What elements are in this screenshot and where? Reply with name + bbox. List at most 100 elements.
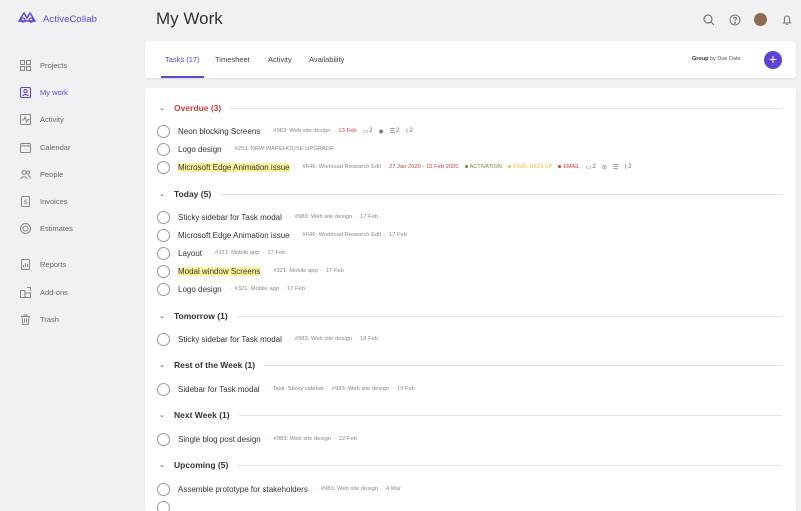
task-row[interactable]: Logo design · #253: NEW WAREHOUSE UPGRADE xyxy=(157,142,334,156)
task-ref: #253: NEW WAREHOUSE UPGRADE xyxy=(234,146,334,152)
task-name[interactable]: Layout xyxy=(178,249,202,258)
comment-icon: ▭ xyxy=(585,164,592,171)
sidebar-item-activity[interactable]: Activity xyxy=(20,106,140,133)
trash-icon xyxy=(20,314,31,325)
page-title: My Work xyxy=(156,9,223,28)
dollar-icon: $ xyxy=(20,196,31,208)
people-icon xyxy=(20,169,31,180)
sidebar-item-projects[interactable]: Projects xyxy=(20,52,140,79)
task-checkbox[interactable] xyxy=(157,264,170,278)
chevron-down-icon: ⌄ xyxy=(159,105,165,112)
help-icon[interactable] xyxy=(728,13,741,26)
task-checkbox[interactable] xyxy=(157,210,170,224)
label-email[interactable]: EMAIL xyxy=(558,164,580,170)
task-name[interactable]: Neon blocking Screens xyxy=(178,127,260,136)
task-due-date: 27 Jan 2020 - 15 Feb 2020 xyxy=(389,164,459,170)
sidebar-item-estimates[interactable]: Estimates xyxy=(20,215,140,242)
tab-activity[interactable]: Activity xyxy=(268,41,292,78)
avatar[interactable] xyxy=(754,13,767,26)
add-task-button[interactable]: + xyxy=(764,51,782,69)
task-meta: · #983: Web site design · 18 Feb xyxy=(289,336,379,342)
chevron-down-icon: ⌄ xyxy=(159,462,165,469)
tab-timesheet[interactable]: Timesheet xyxy=(215,41,250,78)
task-meta: · #983: Web site design · 17 Feb xyxy=(289,214,379,220)
sidebar-item-people[interactable]: People xyxy=(20,161,140,188)
tab-availability[interactable]: Availability xyxy=(309,41,344,78)
task-name[interactable]: Modal window Screens xyxy=(178,266,261,276)
label-activation[interactable]: ACTIVATION xyxy=(464,164,502,170)
task-row[interactable]: Assemble prototype for stakeholders · #98… xyxy=(157,482,401,496)
task-meta: · #983: Web site design · 4 Mar xyxy=(315,486,401,492)
task-checkbox[interactable] xyxy=(157,124,170,138)
task-meta: · #983: Web site design · 13 Feb xyxy=(268,128,357,134)
sidebar-item-label: Projects xyxy=(40,61,68,71)
group-header-tomorrow[interactable]: ⌄ Tomorrow (1) xyxy=(159,310,782,322)
group-header-upcoming[interactable]: ⌄ Upcoming (5) xyxy=(159,459,782,471)
sidebar-item-add-ons[interactable]: Add-ons xyxy=(20,279,140,306)
activity-icon xyxy=(20,114,31,126)
group-title: Today (5) xyxy=(174,189,212,199)
tab-bar: Tasks (17) Timesheet Activity Availabili… xyxy=(145,41,796,78)
task-name[interactable]: Sticky sidebar for Task modal xyxy=(178,213,282,222)
task-name[interactable]: Logo design xyxy=(178,285,222,294)
parent-task[interactable]: Task: Sticky sidebar xyxy=(273,386,324,392)
tab-tasks[interactable]: Tasks (17) xyxy=(161,41,204,78)
task-checkbox[interactable] xyxy=(157,382,170,396)
task-row[interactable] xyxy=(157,500,178,511)
task-checkbox[interactable] xyxy=(157,332,170,346)
task-checkbox[interactable] xyxy=(157,246,170,260)
sidebar-item-label: Calendar xyxy=(40,142,71,152)
task-name[interactable]: Sidebar for Task modal xyxy=(178,385,260,394)
task-name[interactable]: Microsoft Edge Animation issue xyxy=(178,231,290,240)
task-row[interactable]: Microsoft Edge Animation issue · #646: Wo… xyxy=(157,228,407,242)
bell-icon[interactable] xyxy=(780,13,793,26)
task-row[interactable]: Microsoft Edge Animation issue · #646: Wo… xyxy=(157,160,632,174)
sidebar-item-invoices[interactable]: $ Invoices xyxy=(20,188,140,215)
task-name[interactable]: Single blog post design xyxy=(178,435,261,444)
group-by-value: by Due Date xyxy=(710,56,741,62)
sidebar-item-trash[interactable]: Trash xyxy=(20,306,140,333)
task-checkbox[interactable] xyxy=(157,142,170,156)
sidebar-item-label: Invoices xyxy=(40,197,68,207)
task-meta: · #646: Workload Research Edit · 17 Feb xyxy=(297,232,408,238)
task-checkbox[interactable] xyxy=(157,500,170,511)
task-row[interactable]: Modal window Screens · #321: Mobile app · 1… xyxy=(157,264,344,278)
divider xyxy=(230,107,782,109)
task-name[interactable]: Assemble prototype for stakeholders xyxy=(178,485,308,494)
group-by-prefix: Group xyxy=(692,56,709,62)
task-row[interactable]: Sticky sidebar for Task modal · #983: Web… xyxy=(157,332,378,346)
group-header-rest-of-week[interactable]: ⌄ Rest of the Week (1) xyxy=(159,359,782,371)
task-name[interactable]: Microsoft Edge Animation issue xyxy=(178,162,290,172)
task-checkbox[interactable] xyxy=(157,228,170,242)
group-header-overdue[interactable]: ⌄ Overdue (3) xyxy=(159,102,782,114)
task-list: ⌄ Overdue (3) Neon blocking Screens · #98… xyxy=(145,88,796,511)
sidebar-item-calendar[interactable]: Calendar xyxy=(20,134,140,161)
task-row[interactable]: Sidebar for Task modal · Task: Sticky sid… xyxy=(157,382,415,396)
group-by-selector[interactable]: Group by Due Date xyxy=(692,41,741,78)
paperclip-icon: ⌇ xyxy=(624,164,628,171)
task-row[interactable]: Logo design · #321: Mobile app · 17 Feb xyxy=(157,282,305,296)
search-icon[interactable] xyxy=(702,13,715,26)
task-row[interactable]: Single blog post design · #983: Web site … xyxy=(157,432,357,446)
task-ref: #983: Web site design xyxy=(273,128,331,134)
task-name[interactable]: Logo design xyxy=(178,145,222,154)
attachments-count: ⌇ 2 xyxy=(624,164,632,171)
task-row[interactable]: Sticky sidebar for Task modal · #983: Web… xyxy=(157,210,378,224)
task-row[interactable]: Layout · #321: Mobile app · 17 Feb xyxy=(157,246,285,260)
task-row[interactable]: Neon blocking Screens · #983: Web site de… xyxy=(157,124,413,138)
comments-count: ▭ 2 xyxy=(362,128,373,135)
task-meta: · #321: Mobile app · 17 Feb xyxy=(210,250,286,256)
task-checkbox[interactable] xyxy=(157,282,170,296)
sidebar-item-reports[interactable]: Reports xyxy=(20,251,140,278)
task-checkbox[interactable] xyxy=(157,432,170,446)
task-checkbox[interactable] xyxy=(157,160,170,174)
group-header-next-week[interactable]: ⌄ Next Week (1) xyxy=(159,409,782,421)
app-logo[interactable]: ActiveCollab xyxy=(17,10,97,29)
sidebar-item-my-work[interactable]: My work xyxy=(20,79,140,106)
group-title: Overdue (3) xyxy=(174,103,222,113)
task-name[interactable]: Sticky sidebar for Task modal xyxy=(178,335,282,344)
task-meta: · #253: NEW WAREHOUSE UPGRADE xyxy=(229,146,334,152)
label-trial-sign-up[interactable]: TRIAL SIGN UP xyxy=(507,164,552,170)
task-checkbox[interactable] xyxy=(157,482,170,496)
group-header-today[interactable]: ⌄ Today (5) xyxy=(159,188,782,200)
